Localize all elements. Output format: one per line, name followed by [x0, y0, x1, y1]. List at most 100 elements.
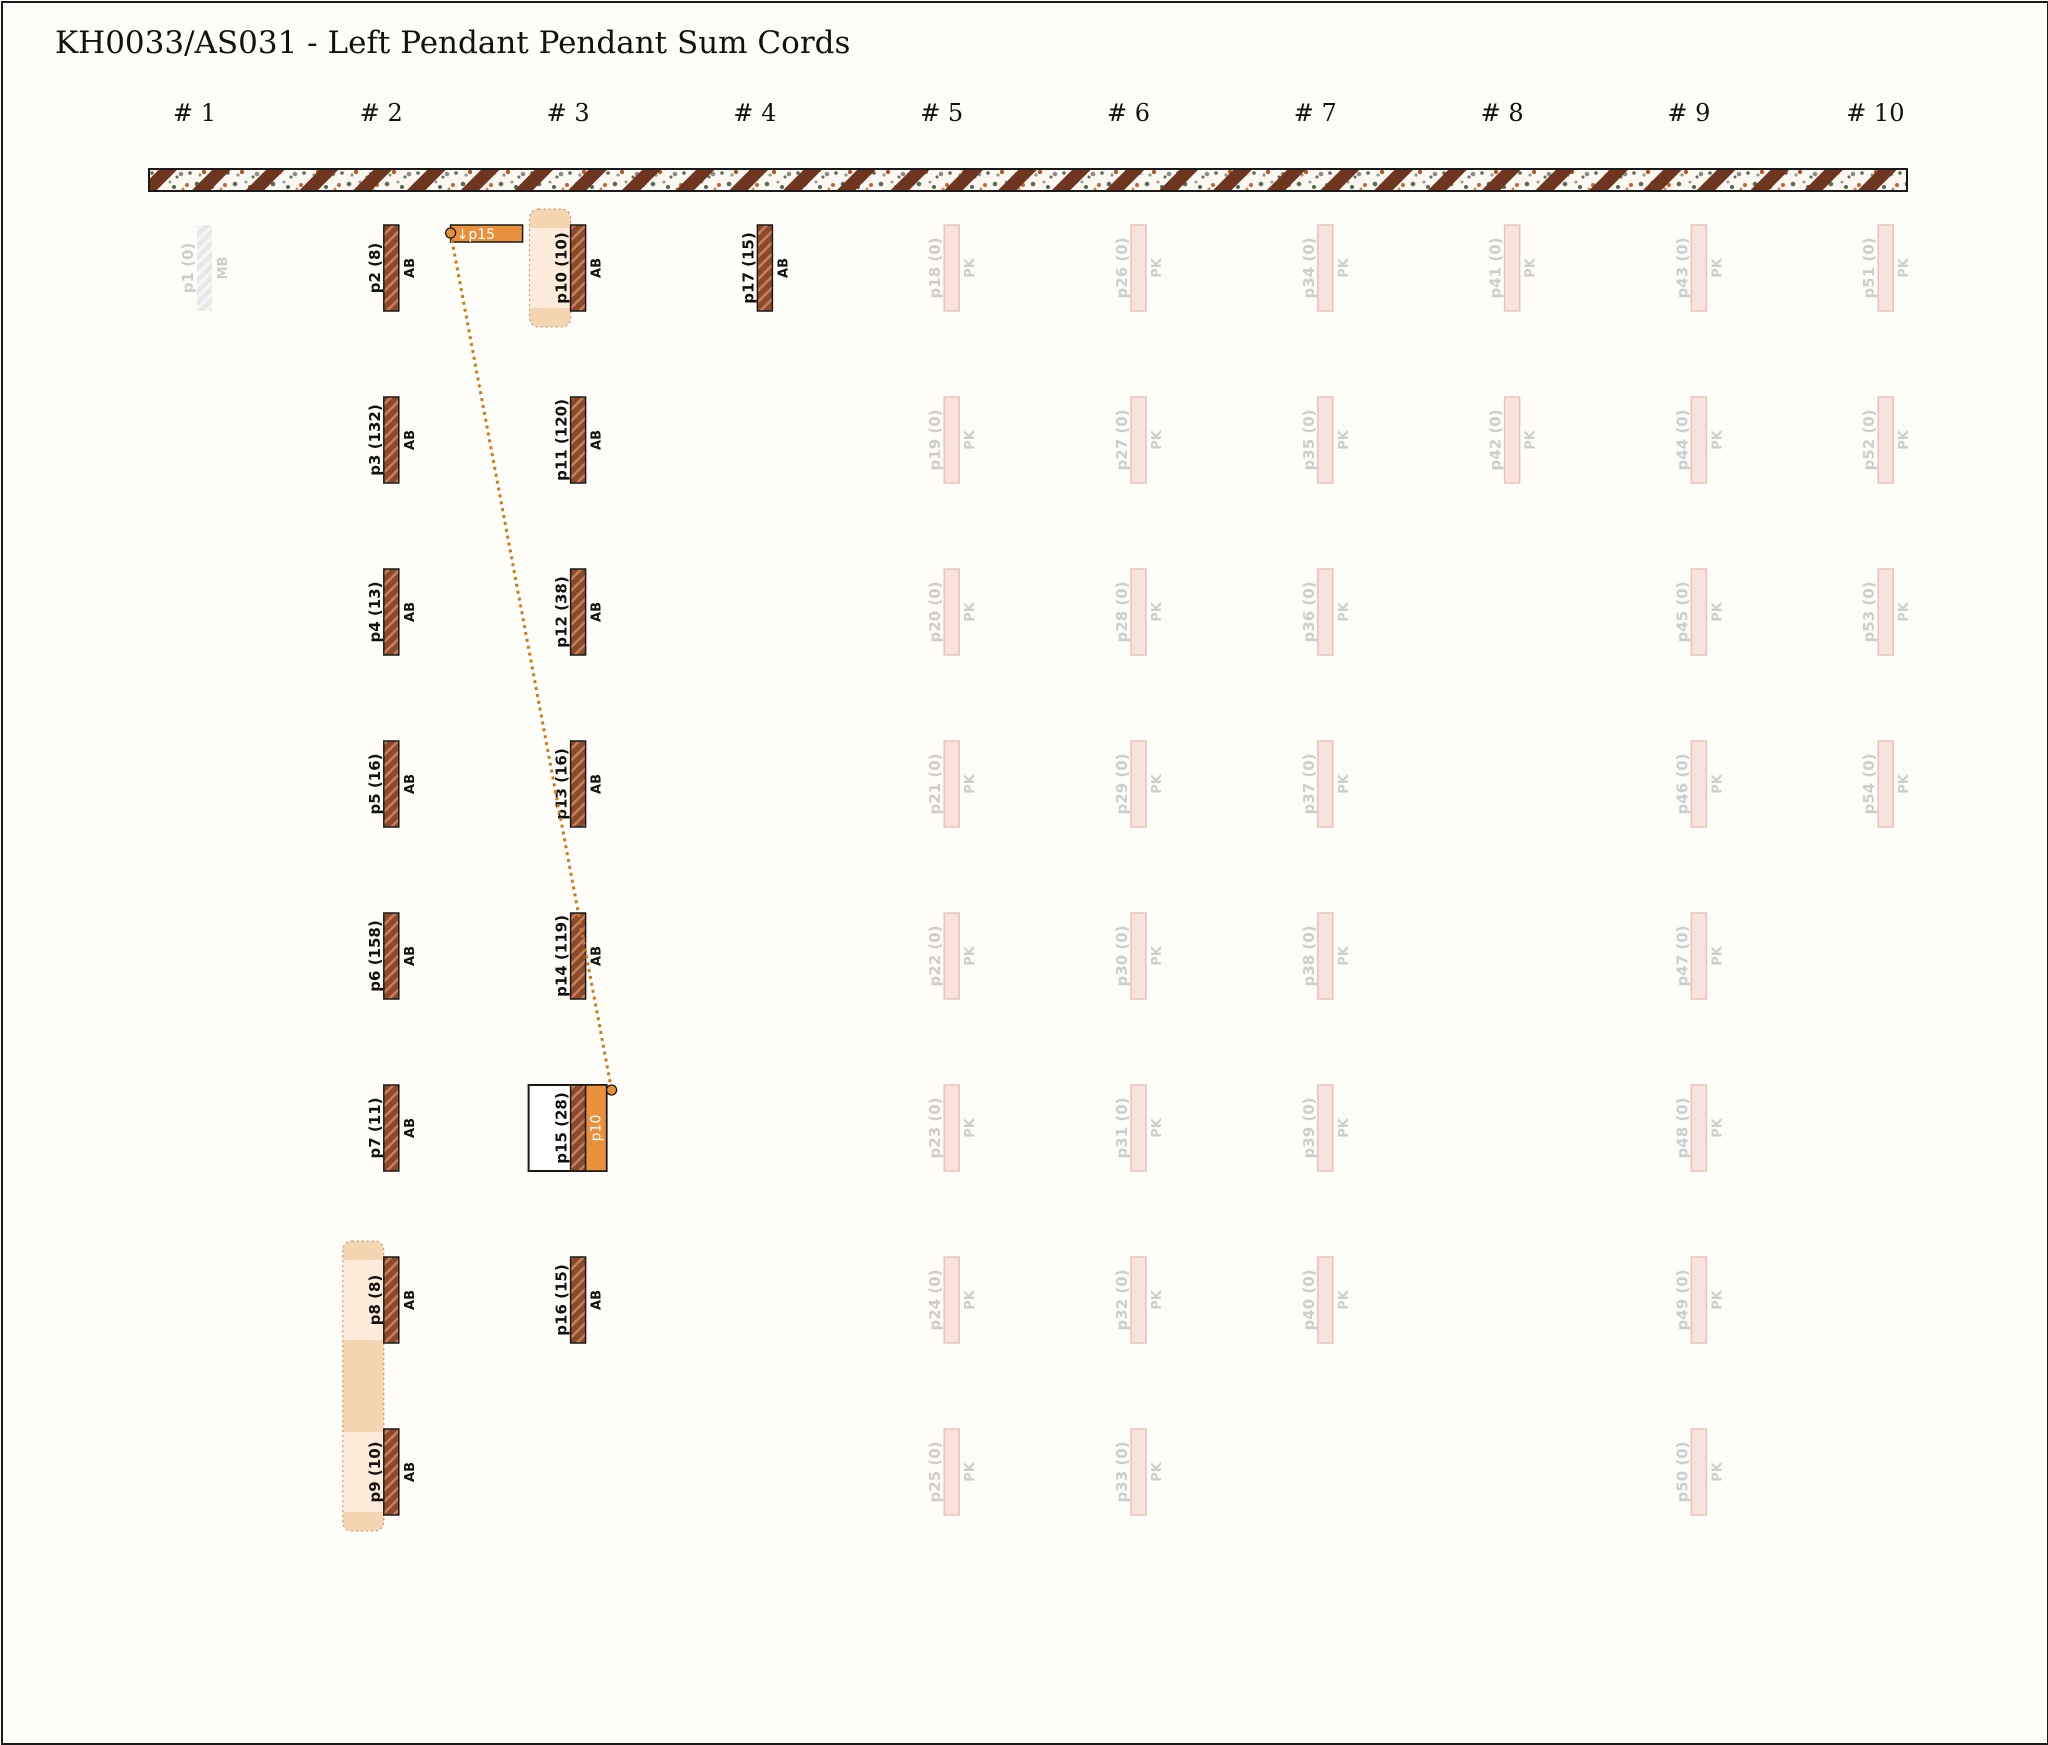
- cord-color-code: PK: [1337, 1289, 1352, 1310]
- sum-link-endpoint: [444, 227, 457, 239]
- cord-label: p5 (16): [366, 754, 384, 815]
- cord-color-code: AB: [403, 430, 418, 450]
- group-header-4: # 4: [733, 99, 776, 127]
- pendant-cord-p30[interactable]: p30 (0) PK: [1113, 912, 1165, 1000]
- pendant-cord-p26[interactable]: p26 (0) PK: [1113, 224, 1165, 312]
- pendant-cord-p48[interactable]: p48 (0) PK: [1673, 1084, 1725, 1172]
- cord-label: p11 (120): [553, 399, 571, 481]
- pendant-cord-p21[interactable]: p21 (0) PK: [926, 740, 978, 828]
- pendant-cord-p18[interactable]: p18 (0) PK: [926, 224, 978, 312]
- pendant-cord-p29[interactable]: p29 (0) PK: [1113, 740, 1165, 828]
- pendant-cord-p53[interactable]: p53 (0) PK: [1860, 568, 1912, 656]
- pendant-cord-p12[interactable]: p12 (38) AB: [553, 568, 605, 656]
- pendant-cord-p4[interactable]: p4 (13) AB: [366, 568, 418, 656]
- cord-color-code: PK: [1710, 601, 1725, 622]
- pendant-cord-p39[interactable]: p39 (0) PK: [1300, 1084, 1352, 1172]
- pendant-cord-p46[interactable]: p46 (0) PK: [1673, 740, 1725, 828]
- cord-label: p19 (0): [926, 410, 944, 471]
- pendant-cord-p51[interactable]: p51 (0) PK: [1860, 224, 1912, 312]
- pendant-cord-p3[interactable]: p3 (132) AB: [366, 396, 418, 484]
- cord-color-code: PK: [1150, 773, 1165, 794]
- group-header-1: # 1: [173, 99, 216, 127]
- pendant-cord-p45[interactable]: p45 (0) PK: [1673, 568, 1725, 656]
- pendant-cord-p28[interactable]: p28 (0) PK: [1113, 568, 1165, 656]
- cord-color-code: AB: [403, 1118, 418, 1138]
- pendant-cord-p19[interactable]: p19 (0) PK: [926, 396, 978, 484]
- cord-label: p30 (0): [1113, 926, 1131, 987]
- group-header-9: # 9: [1667, 99, 1710, 127]
- group-header-2: # 2: [360, 99, 403, 127]
- cord-color-code: AB: [590, 258, 605, 278]
- cord-color-code: AB: [590, 774, 605, 794]
- pendant-cord-p33[interactable]: p33 (0) PK: [1113, 1428, 1165, 1516]
- cord-color-code: PK: [1710, 1117, 1725, 1138]
- pendant-cord-p9[interactable]: p9 (10) AB: [366, 1428, 418, 1516]
- pendant-cord-p22[interactable]: p22 (0) PK: [926, 912, 978, 1000]
- pendant-cord-p42[interactable]: p42 (0) PK: [1487, 396, 1539, 484]
- group-header-7: # 7: [1294, 99, 1337, 127]
- cord-color-code: PK: [1150, 429, 1165, 450]
- cord-label: p9 (10): [366, 1442, 384, 1503]
- pendant-cord-p44[interactable]: p44 (0) PK: [1673, 396, 1725, 484]
- pendant-cord-p16[interactable]: p16 (15) AB: [553, 1256, 605, 1344]
- cord-color-code: AB: [590, 1290, 605, 1310]
- pendant-cord-p37[interactable]: p37 (0) PK: [1300, 740, 1352, 828]
- pendant-cord-p52[interactable]: p52 (0) PK: [1860, 396, 1912, 484]
- pendant-cord-p13[interactable]: p13 (16) AB: [553, 740, 605, 828]
- cord-color-code: PK: [963, 945, 978, 966]
- cord-color-code: PK: [1524, 429, 1539, 450]
- cord-color-code: PK: [1337, 1117, 1352, 1138]
- cord-color-code: PK: [963, 1289, 978, 1310]
- pendant-cord-p38[interactable]: p38 (0) PK: [1300, 912, 1352, 1000]
- cord-color-code: PK: [963, 1117, 978, 1138]
- pendant-cord-p23[interactable]: p23 (0) PK: [926, 1084, 978, 1172]
- cord-color-code: PK: [1897, 601, 1912, 622]
- cord-color-code: PK: [1150, 945, 1165, 966]
- pendant-cord-p10[interactable]: p10 (10) AB: [553, 224, 605, 312]
- pendant-cord-p14[interactable]: p14 (119) AB: [553, 912, 605, 1000]
- pendant-cord-p17[interactable]: p17 (15) AB: [739, 224, 791, 312]
- pendant-cord-p49[interactable]: p49 (0) PK: [1673, 1256, 1725, 1344]
- pendant-cord-p50[interactable]: p50 (0) PK: [1673, 1428, 1725, 1516]
- cord-label: p23 (0): [926, 1098, 944, 1159]
- pendant-cord-p5[interactable]: p5 (16) AB: [366, 740, 418, 828]
- pendant-cord-p34[interactable]: p34 (0) PK: [1300, 224, 1352, 312]
- cord-label: p17 (15): [739, 232, 757, 303]
- cord-color-code: PK: [963, 429, 978, 450]
- pendant-cord-p6[interactable]: p6 (158) AB: [366, 912, 418, 1000]
- cord-color-code: PK: [1150, 1461, 1165, 1482]
- pendant-cord-p36[interactable]: p36 (0) PK: [1300, 568, 1352, 656]
- cord-color-code: PK: [1710, 257, 1725, 278]
- pendant-cord-p54[interactable]: p54 (0) PK: [1860, 740, 1912, 828]
- pendant-cord-p40[interactable]: p40 (0) PK: [1300, 1256, 1352, 1344]
- cord-label: p41 (0): [1487, 238, 1505, 299]
- cord-color-code: PK: [963, 601, 978, 622]
- pendant-cord-p11[interactable]: p11 (120) AB: [553, 396, 605, 484]
- cord-label: p27 (0): [1113, 410, 1131, 471]
- cord-label: p14 (119): [553, 915, 571, 997]
- cord-label: p29 (0): [1113, 754, 1131, 815]
- pendant-cord-p20[interactable]: p20 (0) PK: [926, 568, 978, 656]
- pendant-cord-p32[interactable]: p32 (0) PK: [1113, 1256, 1165, 1344]
- cord-label: p44 (0): [1673, 410, 1691, 471]
- pendant-cord-p47[interactable]: p47 (0) PK: [1673, 912, 1725, 1000]
- cord-color-code: PK: [1337, 601, 1352, 622]
- cord-label: p37 (0): [1300, 754, 1318, 815]
- cord-color-code: PK: [1710, 429, 1725, 450]
- cord-label: p33 (0): [1113, 1442, 1131, 1503]
- cord-label: p49 (0): [1673, 1270, 1691, 1331]
- pendant-cord-p43[interactable]: p43 (0) PK: [1673, 224, 1725, 312]
- pendant-cord-p24[interactable]: p24 (0) PK: [926, 1256, 978, 1344]
- pendant-cord-p25[interactable]: p25 (0) PK: [926, 1428, 978, 1516]
- cord-color-code: PK: [1337, 773, 1352, 794]
- pendant-cord-p41[interactable]: p41 (0) PK: [1487, 224, 1539, 312]
- pendant-cord-p27[interactable]: p27 (0) PK: [1113, 396, 1165, 484]
- pendant-cord-p1[interactable]: p1 (0) MB: [179, 225, 231, 311]
- pendant-cord-p35[interactable]: p35 (0) PK: [1300, 396, 1352, 484]
- cord-label: p46 (0): [1673, 754, 1691, 815]
- cord-label: p47 (0): [1673, 926, 1691, 987]
- pendant-cord-p31[interactable]: p31 (0) PK: [1113, 1084, 1165, 1172]
- pendant-cord-p2[interactable]: p2 (8) AB: [366, 224, 418, 312]
- cord-label: p2 (8): [366, 243, 384, 294]
- pendant-cord-p7[interactable]: p7 (11) AB: [366, 1084, 418, 1172]
